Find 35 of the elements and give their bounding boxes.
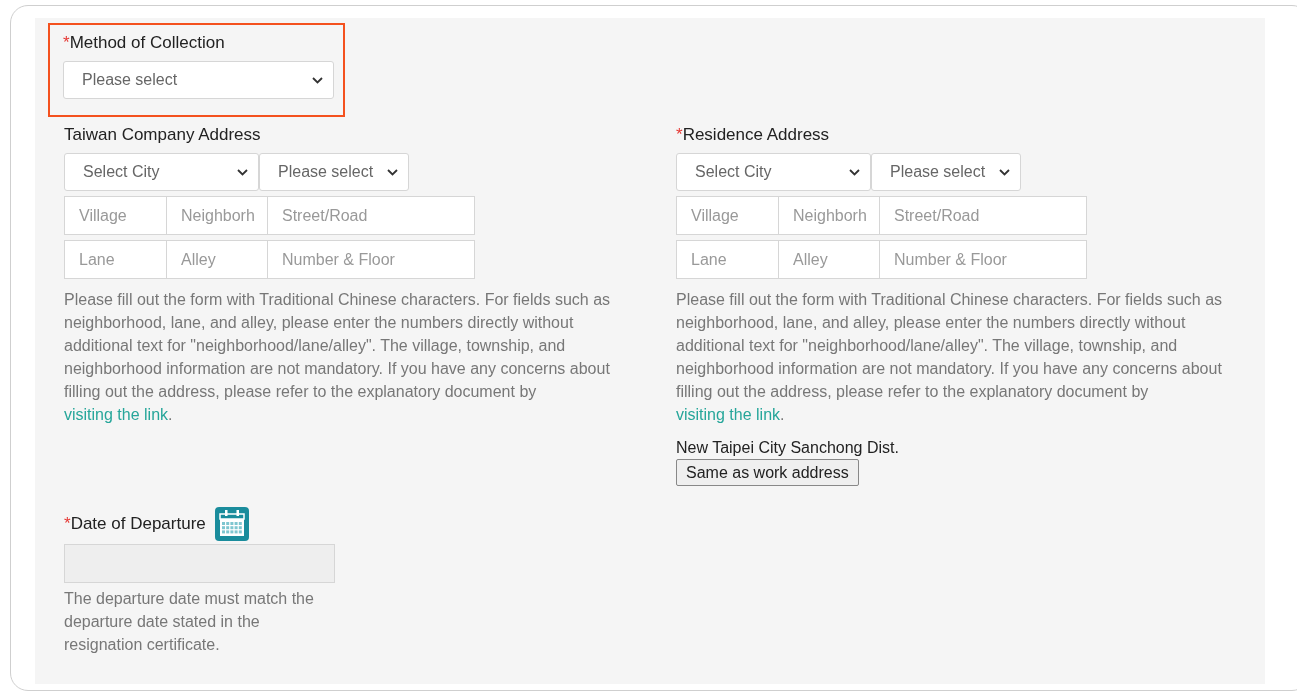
address-note: Please fill out the form with Traditional Chinese characters. For fields such as neighborhood, lane, and alley, please enter the numbers directly without additional text for "neighborhood/lane/alley". The village, township, and neighborhood information are not mandatory. If you have any concerns about filling out the address, please refer to the explanatory document by visiting the link. <box>64 290 612 425</box>
chevron-icon <box>312 76 323 84</box>
address-input[interactable]: Village <box>64 196 167 235</box>
same-as-work-button[interactable]: Same as work address <box>676 459 859 486</box>
address-input[interactable]: Number & Floor <box>267 240 475 279</box>
address-input[interactable]: Lane <box>676 240 779 279</box>
address-input[interactable]: Street/Road <box>879 196 1087 235</box>
select-field[interactable]: Please select <box>63 61 334 99</box>
calendar-icon[interactable] <box>213 506 250 542</box>
chevron-icon <box>999 168 1010 176</box>
field-label: Taiwan Company Address <box>64 124 261 146</box>
address-input[interactable]: Alley <box>166 240 268 279</box>
work-address-text: New Taipei City Sanchong Dist. <box>676 438 900 458</box>
address-input[interactable]: Neighborh <box>166 196 268 235</box>
address-input[interactable]: Number & Floor <box>879 240 1087 279</box>
select-field[interactable]: Select City <box>676 153 871 191</box>
chevron-icon <box>849 168 860 176</box>
address-input[interactable]: Street/Road <box>267 196 475 235</box>
address-input[interactable]: Village <box>676 196 779 235</box>
select-field[interactable]: Select City <box>64 153 259 191</box>
address-input[interactable]: Alley <box>778 240 880 279</box>
required-marker: * <box>676 124 683 146</box>
field-label: Residence Address <box>682 124 830 146</box>
address-note: Please fill out the form with Traditional Chinese characters. For fields such as neighborhood, lane, and alley, please enter the numbers directly without additional text for "neighborhood/lane/alley". The village, township, and neighborhood information are not mandatory. If you have any concerns about filling out the address, please refer to the explanatory document by visiting the link. <box>676 290 1224 425</box>
address-input[interactable]: Neighborh <box>778 196 880 235</box>
chevron-icon <box>237 168 248 176</box>
date-help-text: The departure date must match the departure date stated in the resignation certificate. <box>64 589 315 655</box>
select-field[interactable]: Please select <box>871 153 1021 191</box>
required-marker: * <box>64 513 71 535</box>
chevron-icon <box>387 168 398 176</box>
select-field[interactable]: Please select <box>259 153 409 191</box>
required-marker: * <box>63 32 70 54</box>
address-input[interactable]: Lane <box>64 240 167 279</box>
field-label: Method of Collection <box>69 32 225 54</box>
field-label: Date of Departure <box>70 513 206 535</box>
